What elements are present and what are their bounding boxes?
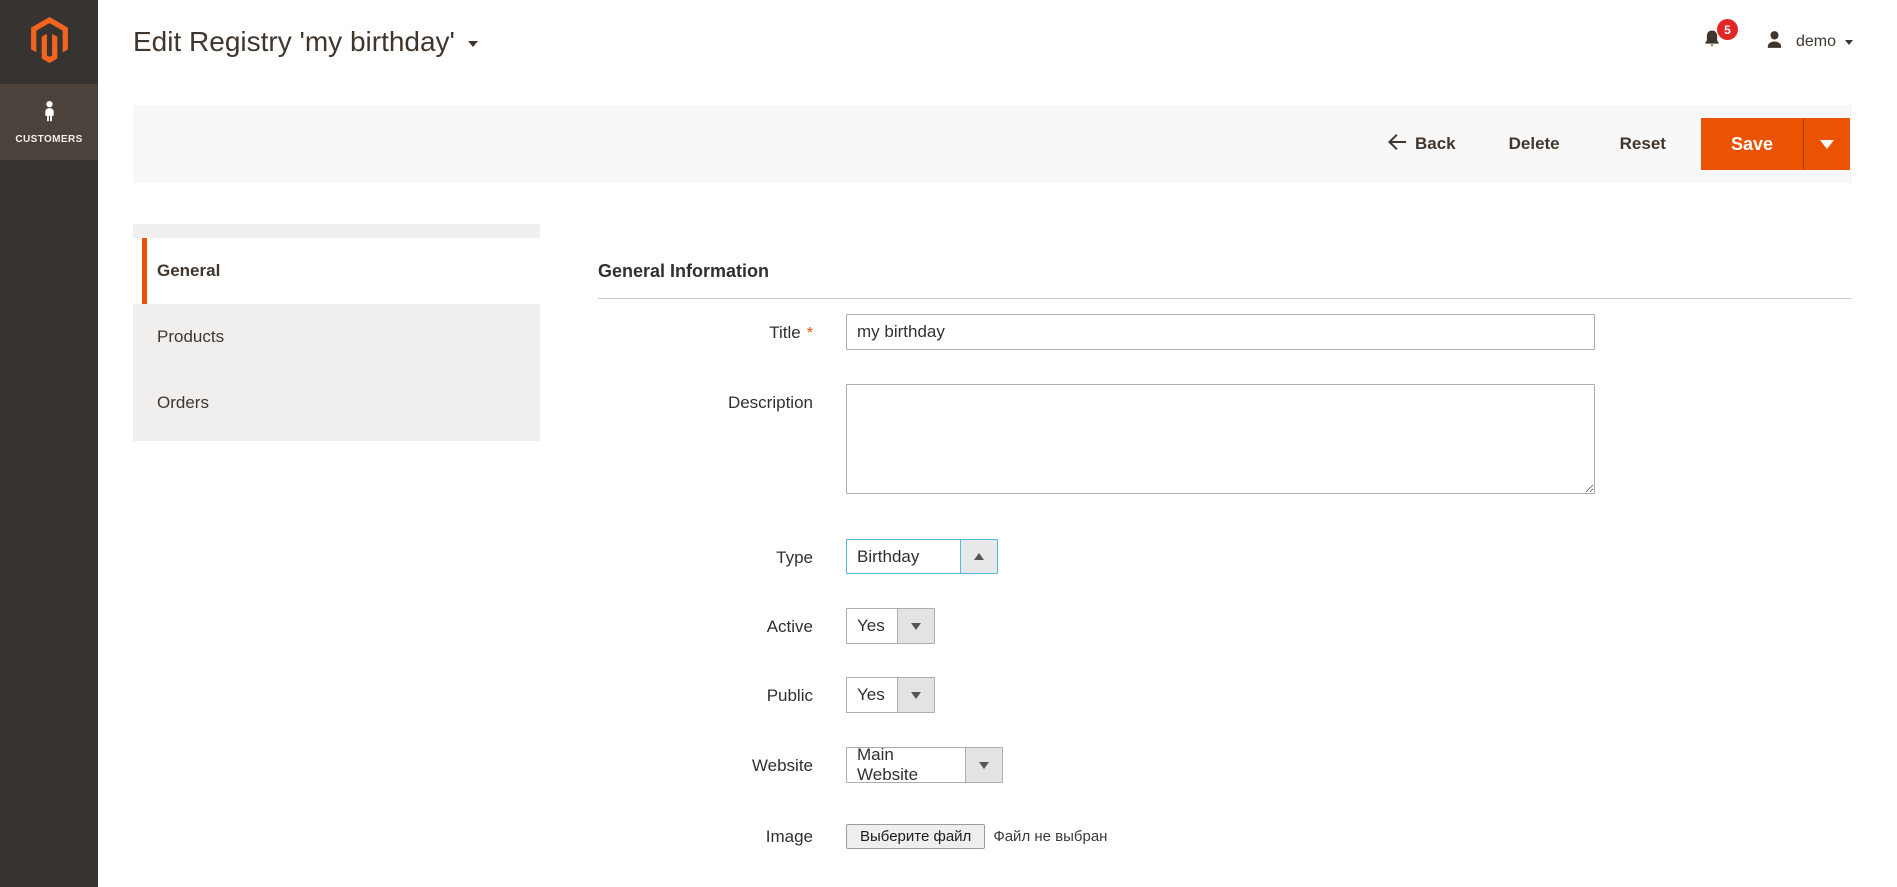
- user-icon: [1763, 28, 1786, 56]
- caret-down-icon: [979, 762, 989, 774]
- sidebar-item-customers[interactable]: CUSTOMERS: [0, 84, 98, 160]
- active-label: Active: [598, 608, 813, 644]
- field-row-type: Type Birthday: [598, 539, 1852, 574]
- public-select[interactable]: Yes: [846, 677, 935, 713]
- title-input[interactable]: [846, 314, 1595, 350]
- user-caret-icon: [1845, 40, 1853, 49]
- type-label: Type: [598, 539, 813, 574]
- type-select[interactable]: Birthday: [846, 539, 998, 574]
- magento-logo[interactable]: [0, 0, 98, 84]
- general-information-form: General Information Title* Description: [598, 224, 1852, 849]
- image-label: Image: [598, 824, 813, 849]
- magento-logo-icon: [31, 17, 68, 68]
- description-label: Description: [598, 384, 813, 494]
- reset-button[interactable]: Reset: [1620, 134, 1666, 154]
- public-select-toggle[interactable]: [897, 678, 934, 712]
- save-options-button[interactable]: [1803, 118, 1850, 170]
- page-actions-toolbar: Back Delete Reset Save: [133, 105, 1852, 183]
- customers-icon: [39, 100, 60, 129]
- caret-down-icon: [911, 692, 921, 704]
- save-button[interactable]: Save: [1701, 118, 1803, 170]
- tab-products[interactable]: Products: [133, 304, 540, 370]
- website-label: Website: [598, 747, 813, 783]
- file-upload-button[interactable]: Выберите файл: [846, 824, 985, 849]
- back-arrow-icon: [1388, 134, 1406, 155]
- file-upload-status: Файл не выбран: [993, 828, 1107, 845]
- field-row-website: Website Main Website: [598, 747, 1852, 783]
- type-select-value: Birthday: [847, 540, 960, 573]
- save-caret-icon: [1820, 140, 1834, 156]
- notifications-button[interactable]: 5: [1701, 28, 1723, 56]
- type-select-toggle[interactable]: [960, 540, 997, 573]
- public-select-value: Yes: [847, 678, 897, 712]
- tab-orders[interactable]: Orders: [133, 370, 540, 436]
- title-label: Title*: [598, 314, 813, 350]
- active-select[interactable]: Yes: [846, 608, 935, 644]
- field-row-title: Title*: [598, 314, 1852, 350]
- notifications-count-badge: 5: [1717, 19, 1738, 40]
- field-row-description: Description: [598, 384, 1852, 494]
- registry-tabs: General Products Orders: [133, 224, 540, 441]
- page-header: Edit Registry 'my birthday' 5: [98, 0, 1897, 84]
- field-row-image: Image Выберите файл Файл не выбран: [598, 824, 1852, 849]
- website-select[interactable]: Main Website: [846, 747, 1003, 783]
- caret-up-icon: [974, 548, 984, 560]
- save-split-button: Save: [1701, 118, 1850, 170]
- tab-general[interactable]: General: [133, 238, 540, 304]
- page-title: Edit Registry 'my birthday': [133, 26, 455, 58]
- website-select-toggle[interactable]: [965, 748, 1002, 782]
- field-row-active: Active Yes: [598, 608, 1852, 644]
- bell-icon: [1701, 38, 1723, 55]
- field-row-public: Public Yes: [598, 677, 1852, 713]
- public-label: Public: [598, 677, 813, 713]
- admin-sidebar: CUSTOMERS: [0, 0, 98, 887]
- active-select-value: Yes: [847, 609, 897, 643]
- username: demo: [1796, 33, 1836, 51]
- title-caret-icon[interactable]: [468, 41, 478, 52]
- back-button[interactable]: Back: [1388, 134, 1456, 155]
- delete-button[interactable]: Delete: [1509, 134, 1560, 154]
- caret-down-icon: [911, 623, 921, 635]
- required-asterisk: *: [807, 325, 813, 342]
- section-title: General Information: [598, 224, 1852, 299]
- website-select-value: Main Website: [847, 748, 965, 782]
- active-select-toggle[interactable]: [897, 609, 934, 643]
- sidebar-item-label: CUSTOMERS: [15, 134, 82, 145]
- admin-user-menu[interactable]: demo: [1763, 28, 1853, 56]
- description-textarea[interactable]: [846, 384, 1595, 494]
